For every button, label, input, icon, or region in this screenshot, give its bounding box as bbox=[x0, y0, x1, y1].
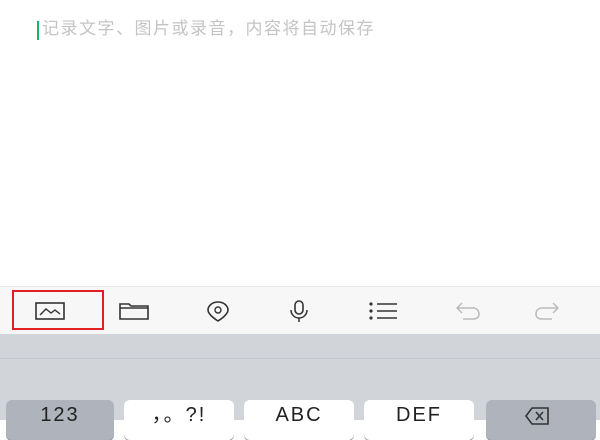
list-button[interactable] bbox=[343, 287, 423, 335]
list-icon bbox=[369, 302, 397, 320]
candidate-bar bbox=[0, 334, 600, 359]
insert-file-button[interactable] bbox=[94, 287, 174, 335]
key-abc[interactable]: ABC bbox=[244, 400, 354, 440]
key-def[interactable]: DEF bbox=[364, 400, 474, 440]
folder-icon bbox=[119, 303, 149, 320]
insert-location-button[interactable] bbox=[178, 287, 258, 335]
text-cursor bbox=[37, 21, 39, 40]
delete-key[interactable] bbox=[486, 400, 596, 440]
key-punctuation[interactable]: ，。?! bbox=[124, 400, 234, 440]
note-editor[interactable]: 记录文字、图片或录音，内容将自动保存 bbox=[0, 0, 600, 286]
key-numbers[interactable]: 123 bbox=[6, 400, 114, 440]
redo-icon bbox=[535, 302, 560, 320]
voice-record-button[interactable] bbox=[259, 287, 339, 335]
backspace-icon bbox=[525, 407, 549, 425]
editor-toolbar bbox=[0, 286, 600, 335]
keyboard: 123 ，。?! ABC DEF bbox=[0, 334, 600, 440]
redo-button[interactable] bbox=[508, 287, 588, 335]
microphone-icon bbox=[290, 300, 308, 322]
editor-placeholder: 记录文字、图片或录音，内容将自动保存 bbox=[42, 19, 375, 39]
location-icon bbox=[207, 301, 229, 322]
undo-button[interactable] bbox=[427, 287, 507, 335]
image-icon bbox=[35, 302, 65, 320]
undo-icon bbox=[455, 302, 480, 320]
insert-image-button[interactable] bbox=[10, 287, 104, 335]
